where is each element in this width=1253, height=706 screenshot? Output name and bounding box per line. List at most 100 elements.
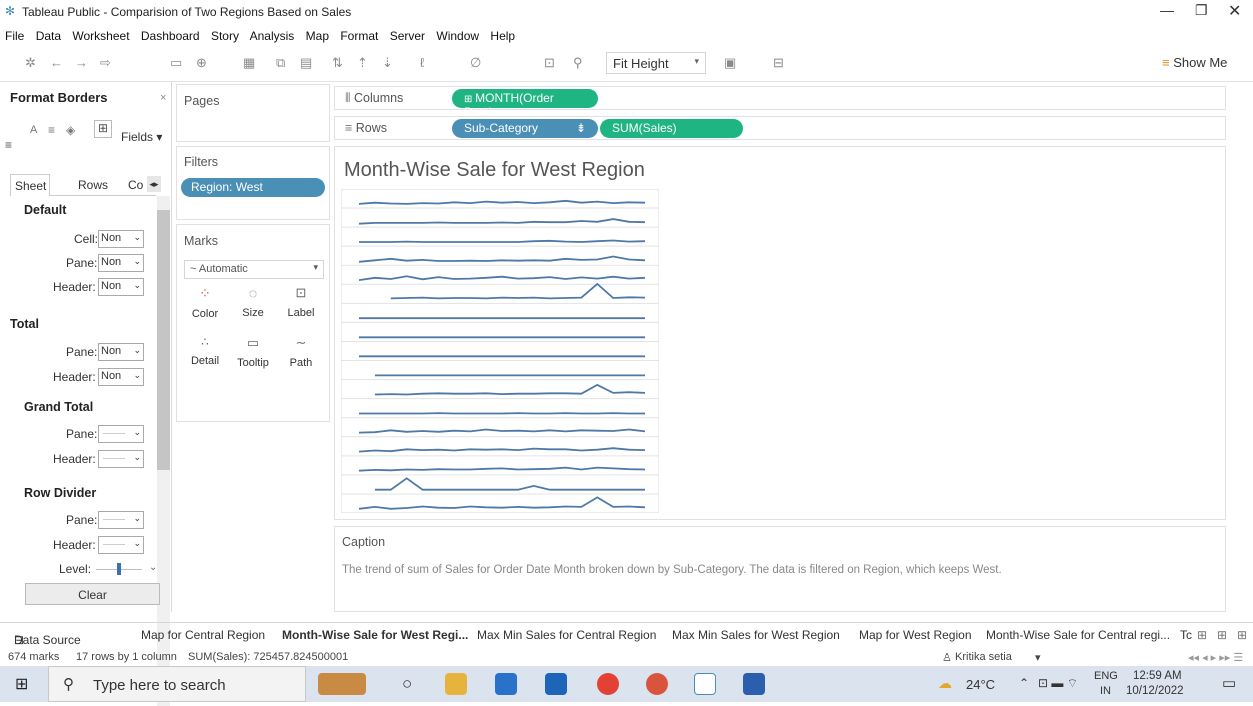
tab-rows[interactable]: Rows	[78, 178, 108, 192]
format-tabs: Sheet Rows Co ◂▸	[10, 174, 156, 196]
back-icon[interactable]: ←	[50, 55, 63, 70]
tab-scroll-icon[interactable]: ◂▸	[147, 176, 161, 192]
tray-chevron-icon[interactable]: ⌃	[1019, 676, 1029, 690]
path-button[interactable]: ∼Path	[281, 335, 321, 377]
rows-pill-sales[interactable]: SUM(Sales)	[600, 119, 743, 138]
divider-header-select[interactable]: ⌄	[98, 536, 144, 554]
label-icon[interactable]: ⊡	[544, 55, 555, 71]
save-icon[interactable]: ▭	[170, 55, 182, 71]
total-pane-select[interactable]: Non⌄	[98, 343, 144, 361]
lines-icon[interactable]: ≡	[5, 138, 12, 152]
detail-button[interactable]: ∴Detail	[185, 335, 225, 377]
language[interactable]: ENG	[1094, 670, 1118, 682]
menu-window[interactable]: Window	[436, 29, 479, 43]
presentation-icon[interactable]: ⊟	[773, 55, 784, 71]
scrollbar-thumb[interactable]	[157, 210, 170, 470]
menu-map[interactable]: Map	[306, 29, 329, 43]
divider-pane-select[interactable]: ⌄	[98, 511, 144, 529]
tab-columns[interactable]: Co	[128, 178, 146, 192]
new-story-icon[interactable]: ⊞	[1237, 628, 1247, 642]
close-pane-icon[interactable]: ×	[160, 92, 166, 104]
line-chart[interactable]	[341, 189, 659, 513]
color-button[interactable]: ⁘Color	[185, 285, 225, 327]
menu-server[interactable]: Server	[390, 29, 425, 43]
clear-button[interactable]: Clear	[25, 583, 160, 605]
forward-icon[interactable]: →	[75, 55, 88, 70]
grand-pane-select[interactable]: ⌄	[98, 425, 144, 443]
menu-worksheet[interactable]: Worksheet	[72, 29, 129, 43]
tableau-icon[interactable]: ✲	[25, 55, 36, 71]
shading-icon[interactable]: ◈	[66, 123, 75, 137]
store-icon[interactable]	[495, 673, 517, 695]
scroll-down-icon[interactable]: ⌄	[149, 562, 157, 573]
clear-sheet-icon[interactable]: ▤	[300, 55, 312, 71]
file-explorer-icon[interactable]	[445, 673, 467, 695]
label-button[interactable]: ⊡Label	[281, 285, 321, 327]
menu-analysis[interactable]: Analysis	[250, 29, 295, 43]
task-view-icon[interactable]: ○	[402, 674, 412, 694]
temperature[interactable]: 24°C	[966, 677, 995, 692]
redo-icon[interactable]: ⇨	[100, 55, 111, 71]
font-icon[interactable]: A	[30, 124, 37, 136]
restore-icon[interactable]: ❐	[1195, 2, 1208, 19]
windows-start-icon[interactable]: ⊞	[15, 674, 28, 694]
pane-border-select[interactable]: Non⌄	[98, 254, 144, 272]
filter-pill-region[interactable]: Region: West	[181, 178, 325, 197]
tab-sheet[interactable]: Sheet	[10, 174, 50, 196]
mail-icon[interactable]	[545, 673, 567, 695]
swap-icon[interactable]: ⇅	[332, 55, 343, 71]
chrome-icon[interactable]	[597, 673, 619, 695]
align-icon[interactable]: ≡	[48, 123, 55, 137]
menu-format[interactable]: Format	[340, 29, 378, 43]
menu-help[interactable]: Help	[490, 29, 515, 43]
tab-maxmin-central[interactable]: Max Min Sales for Central Region	[477, 628, 656, 642]
new-worksheet-icon[interactable]: ▦	[243, 55, 255, 71]
tray-icons[interactable]: ⊡ ▬ ⌔	[1038, 676, 1078, 691]
new-sheet-icon[interactable]: ⊞	[1197, 628, 1207, 642]
cell-border-select[interactable]: Non⌄	[98, 230, 144, 248]
fit-select[interactable]: Fit Height▾	[606, 52, 706, 74]
pin-icon[interactable]: ⚲	[573, 55, 583, 71]
menu-data[interactable]: Data	[36, 29, 61, 43]
tab-month-central[interactable]: Month-Wise Sale for Central regi...	[986, 628, 1170, 642]
borders-icon[interactable]: ⊞	[94, 120, 112, 138]
tab-maxmin-west[interactable]: Max Min Sales for West Region	[672, 628, 840, 642]
group-icon[interactable]: ∅	[470, 55, 481, 71]
new-datasource-icon[interactable]: ⊕	[196, 55, 207, 71]
mark-type-select[interactable]: ~ Automatic▾	[184, 260, 324, 279]
close-icon[interactable]: ✕	[1228, 1, 1241, 21]
tab-overflow[interactable]: Tc	[1180, 628, 1192, 642]
grand-header-select[interactable]: ⌄	[98, 450, 144, 468]
menu-story[interactable]: Story	[211, 29, 239, 43]
notifications-icon[interactable]: ▭	[1222, 674, 1236, 692]
word-icon[interactable]	[743, 673, 765, 695]
minimize-icon[interactable]: —	[1160, 2, 1174, 18]
new-dashboard-icon[interactable]: ⊞	[1217, 628, 1227, 642]
fields-dropdown[interactable]: Fields ▾	[121, 130, 162, 144]
taskbar-search[interactable]: ⚲ Type here to search	[48, 666, 306, 702]
sort-desc-icon[interactable]: ⇣	[382, 55, 393, 71]
tooltip-button[interactable]: ▭Tooltip	[233, 335, 273, 377]
show-cards-icon[interactable]: ▣	[724, 55, 736, 71]
search-highlight-icon[interactable]	[318, 673, 366, 695]
level-slider-handle[interactable]	[117, 563, 121, 575]
tab-month-west-active[interactable]: Month-Wise Sale for West Regi...	[282, 628, 468, 642]
show-me-button[interactable]: ≡ Show Me	[1162, 55, 1227, 70]
tab-map-central[interactable]: Map for Central Region	[141, 628, 265, 642]
tab-map-west[interactable]: Map for West Region	[859, 628, 972, 642]
header-border-select[interactable]: Non⌄	[98, 278, 144, 296]
status-user[interactable]: Kritika setia	[955, 651, 1012, 663]
tableau-taskbar-icon[interactable]	[694, 673, 716, 695]
clock-time[interactable]: 12:59 AM	[1133, 670, 1182, 682]
highlight-icon[interactable]: ℓ	[420, 55, 424, 70]
menu-dashboard[interactable]: Dashboard	[141, 29, 200, 43]
duplicate-icon[interactable]: ⧉	[276, 55, 285, 71]
rows-pill-subcategory[interactable]: Sub-Category⇟	[452, 119, 598, 138]
chrome-profile-icon[interactable]	[646, 673, 668, 695]
sort-asc-icon[interactable]: ⇡	[357, 55, 368, 71]
total-header-select[interactable]: Non⌄	[98, 368, 144, 386]
size-button[interactable]: ◌Size	[233, 285, 273, 327]
columns-pill-month[interactable]: ⊞ MONTH(Order Date)	[452, 89, 598, 108]
menu-file[interactable]: File	[5, 29, 24, 43]
chevron-down-icon[interactable]: ▾	[1035, 651, 1041, 664]
